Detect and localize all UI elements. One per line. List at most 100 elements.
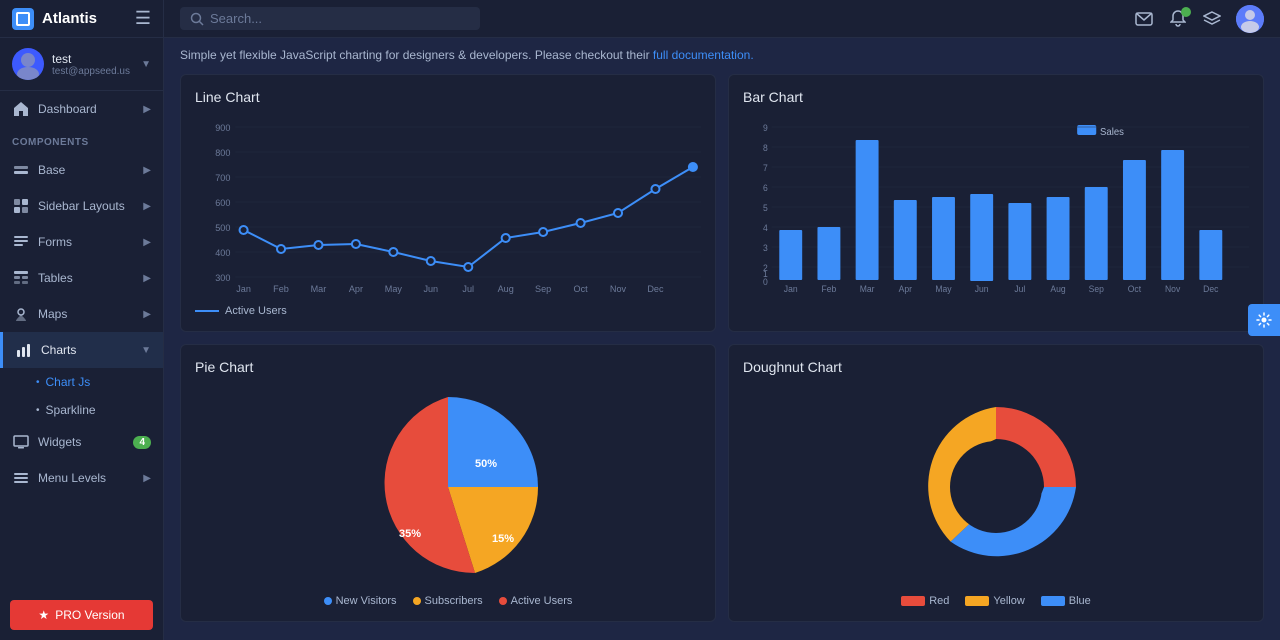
legend-label-active-users: Active Users — [511, 595, 573, 607]
svg-text:500: 500 — [215, 223, 230, 233]
sidebar-item-label: Base — [38, 163, 143, 177]
doughnut-chart-legend: Red Yellow Blue — [901, 595, 1091, 607]
donut-legend-red: Red — [901, 595, 949, 607]
svg-text:Oct: Oct — [573, 284, 588, 294]
search-box[interactable] — [180, 7, 480, 30]
sidebar-item-label: Menu Levels — [38, 471, 143, 485]
chevron-right-icon: ▶ — [143, 237, 151, 248]
chevron-down-icon: ▼ — [141, 345, 151, 356]
svg-text:Nov: Nov — [610, 284, 627, 294]
sidebar-sub-item-chartjs[interactable]: Chart Js — [0, 368, 163, 396]
legend-label-blue: Blue — [1069, 595, 1091, 607]
pie-legend-subscribers: Subscribers — [413, 595, 483, 607]
sidebar-item-label: Maps — [38, 307, 143, 321]
legend-label-new-visitors: New Visitors — [336, 595, 397, 607]
bar-chart-card: Bar Chart Sales — [728, 74, 1264, 332]
forms-icon — [12, 233, 30, 251]
pro-version-button[interactable]: ★ PRO Version — [10, 600, 153, 630]
sidebar-sub-item-sparkline[interactable]: Sparkline — [0, 396, 163, 424]
svg-text:Mar: Mar — [311, 284, 327, 294]
svg-text:Feb: Feb — [822, 284, 837, 294]
svg-text:Jun: Jun — [423, 284, 438, 294]
sidebar-item-menu-levels[interactable]: Menu Levels ▶ — [0, 460, 163, 496]
svg-text:Jun: Jun — [975, 284, 989, 294]
sidebar-item-sidebar-layouts[interactable]: Sidebar Layouts ▶ — [0, 188, 163, 224]
sidebar-item-widgets[interactable]: Widgets 4 — [0, 424, 163, 460]
donut-legend-blue: Blue — [1041, 595, 1091, 607]
search-input[interactable] — [210, 11, 470, 26]
map-icon — [12, 305, 30, 323]
sidebar-header: Atlantis ☰ — [0, 0, 163, 38]
svg-text:8: 8 — [763, 143, 768, 153]
svg-text:Apr: Apr — [349, 284, 363, 294]
svg-text:700: 700 — [215, 173, 230, 183]
menu-icon — [12, 469, 30, 487]
bar-chart-area: Sales 9 8 7 6 — [743, 117, 1249, 297]
sidebar: Atlantis ☰ test test@appseed.us ▼ Dashbo… — [0, 0, 164, 640]
svg-text:3: 3 — [763, 243, 768, 253]
doughnut-chart-card: Doughnut Chart — [728, 344, 1264, 622]
components-section-label: COMPONENTS — [0, 127, 163, 152]
svg-text:Sep: Sep — [535, 284, 551, 294]
doughnut-chart-title: Doughnut Chart — [743, 359, 1249, 375]
pie-chart-title: Pie Chart — [195, 359, 701, 375]
donut-legend-yellow: Yellow — [965, 595, 1024, 607]
doughnut-chart-area: Red Yellow Blue — [743, 387, 1249, 607]
avatar — [12, 48, 44, 80]
page-content: Simple yet flexible JavaScript charting … — [164, 38, 1280, 640]
hamburger-icon[interactable]: ☰ — [135, 8, 151, 29]
topbar — [164, 0, 1280, 38]
mail-icon[interactable] — [1134, 9, 1154, 29]
bell-icon[interactable] — [1168, 9, 1188, 29]
user-name: test — [52, 52, 141, 66]
home-icon — [12, 100, 30, 118]
svg-text:5: 5 — [763, 203, 768, 213]
svg-text:600: 600 — [215, 198, 230, 208]
svg-text:May: May — [935, 284, 952, 294]
svg-text:Jan: Jan — [236, 284, 251, 294]
svg-text:Dec: Dec — [1203, 284, 1219, 294]
settings-fab[interactable] — [1248, 304, 1280, 336]
sidebar-item-tables[interactable]: Tables ▶ — [0, 260, 163, 296]
chart-icon — [15, 341, 33, 359]
sidebar-item-forms[interactable]: Forms ▶ — [0, 224, 163, 260]
legend-rect-red — [901, 596, 925, 606]
svg-text:Sep: Sep — [1089, 284, 1104, 294]
chevron-right-icon: ▶ — [143, 273, 151, 284]
legend-label-yellow: Yellow — [993, 595, 1024, 607]
svg-text:300: 300 — [215, 273, 230, 283]
sidebar-sub-item-label: Chart Js — [46, 375, 91, 389]
documentation-link[interactable]: full documentation. — [653, 48, 754, 62]
pie-legend-new-visitors: New Visitors — [324, 595, 397, 607]
svg-text:50%: 50% — [475, 458, 497, 470]
svg-text:800: 800 — [215, 148, 230, 158]
svg-text:Sales: Sales — [1100, 127, 1124, 138]
app-title: Atlantis — [42, 10, 135, 27]
line-chart-card: Line Chart 900 800 700 — [180, 74, 716, 332]
user-dropdown-arrow[interactable]: ▼ — [141, 59, 151, 70]
line-chart-title: Line Chart — [195, 89, 701, 105]
layers-topbar-icon[interactable] — [1202, 9, 1222, 29]
star-icon: ★ — [38, 608, 49, 622]
legend-dot-blue — [324, 597, 332, 605]
user-avatar-topbar[interactable] — [1236, 5, 1264, 33]
svg-text:Jul: Jul — [462, 284, 474, 294]
sidebar-item-label: Charts — [41, 343, 141, 357]
sidebar-item-dashboard[interactable]: Dashboard ▶ — [0, 91, 163, 127]
widgets-badge: 4 — [133, 436, 151, 449]
svg-text:Jan: Jan — [784, 284, 798, 294]
svg-text:0: 0 — [763, 277, 768, 287]
topbar-icons — [1134, 5, 1264, 33]
legend-line — [195, 310, 219, 312]
user-email: test@appseed.us — [52, 66, 141, 77]
sidebar-item-label: Tables — [38, 271, 143, 285]
legend-rect-blue — [1041, 596, 1065, 606]
charts-grid: Line Chart 900 800 700 — [180, 74, 1264, 622]
svg-text:May: May — [385, 284, 403, 294]
app-logo — [12, 8, 34, 30]
layers-icon — [12, 161, 30, 179]
sidebar-item-base[interactable]: Base ▶ — [0, 152, 163, 188]
svg-text:400: 400 — [215, 248, 230, 258]
sidebar-item-maps[interactable]: Maps ▶ — [0, 296, 163, 332]
sidebar-item-charts[interactable]: Charts ▼ — [0, 332, 163, 368]
